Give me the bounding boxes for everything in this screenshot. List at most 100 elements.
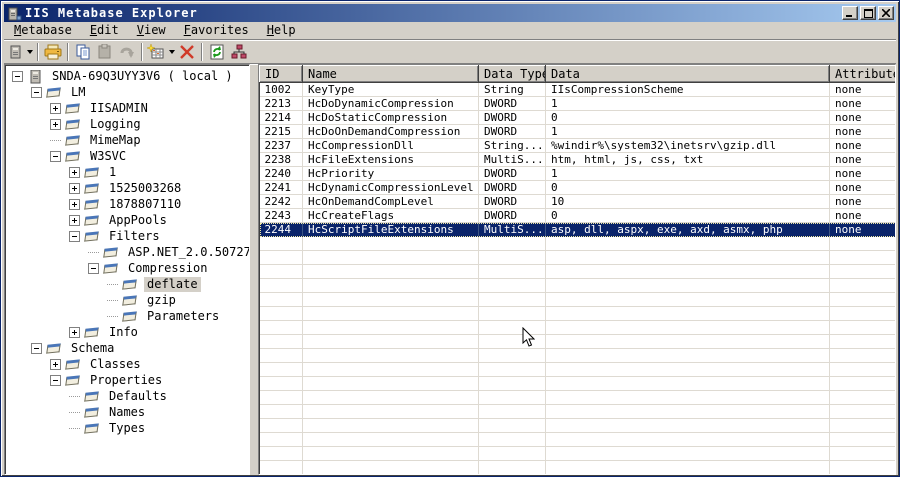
- expand-plus-icon[interactable]: [69, 198, 80, 210]
- collapse-minus-icon[interactable]: [31, 342, 42, 354]
- delete-record-button[interactable]: [176, 41, 198, 63]
- collapse-minus-icon[interactable]: [69, 230, 80, 242]
- collapse-minus-icon[interactable]: [50, 374, 61, 386]
- tree-connector: [69, 411, 80, 413]
- record-row-2214[interactable]: 2214 HcDoStaticCompression DWORD 0 none: [259, 110, 895, 125]
- tree-item-1525003268[interactable]: 1525003268: [6, 180, 249, 196]
- refresh-button[interactable]: [206, 41, 228, 63]
- collapse-minus-icon[interactable]: [12, 70, 23, 82]
- menu-item-view[interactable]: View: [128, 22, 175, 39]
- empty-cell: [545, 432, 830, 447]
- empty-cell: [478, 362, 546, 377]
- column-header-attributes[interactable]: Attributes: [829, 65, 895, 83]
- record-row-2244[interactable]: 2244 HcScriptFileExtensions MultiS... asp, …: [259, 222, 895, 237]
- collapse-minus-icon[interactable]: [50, 150, 61, 162]
- empty-row: [259, 432, 895, 447]
- tree-item-defaults[interactable]: Defaults: [6, 388, 249, 404]
- empty-cell: [302, 348, 479, 363]
- tree-item-gzip[interactable]: gzip: [6, 292, 249, 308]
- empty-cell: [478, 250, 546, 265]
- record-row-2242[interactable]: 2242 HcOnDemandCompLevel DWORD 10 none: [259, 194, 895, 209]
- dropdown-arrow-icon[interactable]: [169, 49, 175, 54]
- cell-id: 2237: [259, 138, 303, 153]
- menu-item-metabase[interactable]: Metabase: [5, 22, 81, 39]
- tree-item-lm[interactable]: LM: [6, 84, 249, 100]
- dropdown-arrow-icon[interactable]: [27, 49, 33, 54]
- record-row-2243[interactable]: 2243 HcCreateFlags DWORD 0 none: [259, 208, 895, 223]
- tree-item-logging[interactable]: Logging: [6, 116, 249, 132]
- record-row-1002[interactable]: 1002 KeyType String IIsCompressionScheme non…: [259, 82, 895, 97]
- close-button[interactable]: [878, 6, 894, 20]
- copy-button[interactable]: [72, 41, 94, 63]
- record-row-2213[interactable]: 2213 HcDoDynamicCompression DWORD 1 none: [259, 96, 895, 111]
- column-header-data[interactable]: Data: [545, 65, 830, 83]
- maximize-button[interactable]: [860, 6, 876, 20]
- empty-cell: [829, 334, 895, 349]
- record-row-2237[interactable]: 2237 HcCompressionDll String... %windir%\sy…: [259, 138, 895, 153]
- tree-item-info[interactable]: Info: [6, 324, 249, 340]
- column-header-id[interactable]: ID: [259, 65, 303, 83]
- record-row-2241[interactable]: 2241 HcDynamicCompressionLevel DWORD 0 none: [259, 180, 895, 195]
- tree-item-compression[interactable]: Compression: [6, 260, 249, 276]
- undo-button[interactable]: [116, 41, 138, 63]
- tree-connector: [107, 283, 118, 285]
- empty-cell: [829, 376, 895, 391]
- tree-connector: [50, 139, 61, 141]
- tree-item-parameters[interactable]: Parameters: [6, 308, 249, 324]
- new-record-button[interactable]: [146, 41, 176, 63]
- tree-item-classes[interactable]: Classes: [6, 356, 249, 372]
- hierarchy-view-button[interactable]: [228, 41, 250, 63]
- expand-plus-icon[interactable]: [69, 326, 80, 338]
- cell-name: HcDoOnDemandCompression: [302, 124, 479, 139]
- cell-data_type: MultiS...: [478, 152, 546, 167]
- column-header-data-type[interactable]: Data Type: [478, 65, 546, 83]
- toolbar: [4, 40, 896, 64]
- paste-button[interactable]: [94, 41, 116, 63]
- tree-item-iisadmin[interactable]: IISADMIN: [6, 100, 249, 116]
- metabase-key-icon: [84, 230, 101, 243]
- tree-item-mimemap[interactable]: MimeMap: [6, 132, 249, 148]
- tree-item-names[interactable]: Names: [6, 404, 249, 420]
- column-header-name[interactable]: Name: [302, 65, 479, 83]
- cell-data_type: String...: [478, 138, 546, 153]
- expand-plus-icon[interactable]: [50, 102, 61, 114]
- tree-item-schema[interactable]: Schema: [6, 340, 249, 356]
- tree-item-1[interactable]: 1: [6, 164, 249, 180]
- tree-item-properties[interactable]: Properties: [6, 372, 249, 388]
- expand-plus-icon[interactable]: [69, 214, 80, 226]
- collapse-minus-icon[interactable]: [31, 86, 42, 98]
- record-row-2238[interactable]: 2238 HcFileExtensions MultiS... htm, html, …: [259, 152, 895, 167]
- print-button[interactable]: [42, 41, 64, 63]
- menu-item-edit[interactable]: Edit: [81, 22, 128, 39]
- expand-plus-icon[interactable]: [69, 166, 80, 178]
- tree-item-types[interactable]: Types: [6, 420, 249, 436]
- empty-cell: [259, 320, 303, 335]
- menu-item-help[interactable]: Help: [258, 22, 305, 39]
- expand-plus-icon[interactable]: [50, 358, 61, 370]
- cell-data: 1: [545, 96, 830, 111]
- tree-item-asp-net-2-0-50727-0[interactable]: ASP.NET_2.0.50727.0: [6, 244, 249, 260]
- empty-cell: [302, 362, 479, 377]
- connect-server-button[interactable]: [6, 41, 34, 63]
- cell-data_type: DWORD: [478, 110, 546, 125]
- tree-item-w3svc[interactable]: W3SVC: [6, 148, 249, 164]
- menu-item-favorites[interactable]: Favorites: [175, 22, 258, 39]
- record-row-2215[interactable]: 2215 HcDoOnDemandCompression DWORD 1 none: [259, 124, 895, 139]
- tree-item-1878807110[interactable]: 1878807110: [6, 196, 249, 212]
- empty-cell: [478, 460, 546, 474]
- expand-plus-icon[interactable]: [50, 118, 61, 130]
- tree-item-label: AppPools: [109, 212, 167, 227]
- tree-item-snda-69q3uyy3v6-local-[interactable]: SNDA-69Q3UYY3V6 ( local ): [6, 68, 249, 84]
- tree-item-deflate[interactable]: deflate: [6, 276, 249, 292]
- empty-cell: [302, 404, 479, 419]
- minimize-button[interactable]: [842, 6, 858, 20]
- tree-connector: [69, 427, 80, 429]
- collapse-minus-icon[interactable]: [88, 262, 99, 274]
- cell-attributes: none: [829, 96, 895, 111]
- record-row-2240[interactable]: 2240 HcPriority DWORD 1 none: [259, 166, 895, 181]
- metabase-key-icon: [84, 406, 101, 419]
- expand-plus-icon[interactable]: [69, 182, 80, 194]
- panel-splitter[interactable]: [250, 64, 258, 475]
- tree-item-filters[interactable]: Filters: [6, 228, 249, 244]
- tree-item-apppools[interactable]: AppPools: [6, 212, 249, 228]
